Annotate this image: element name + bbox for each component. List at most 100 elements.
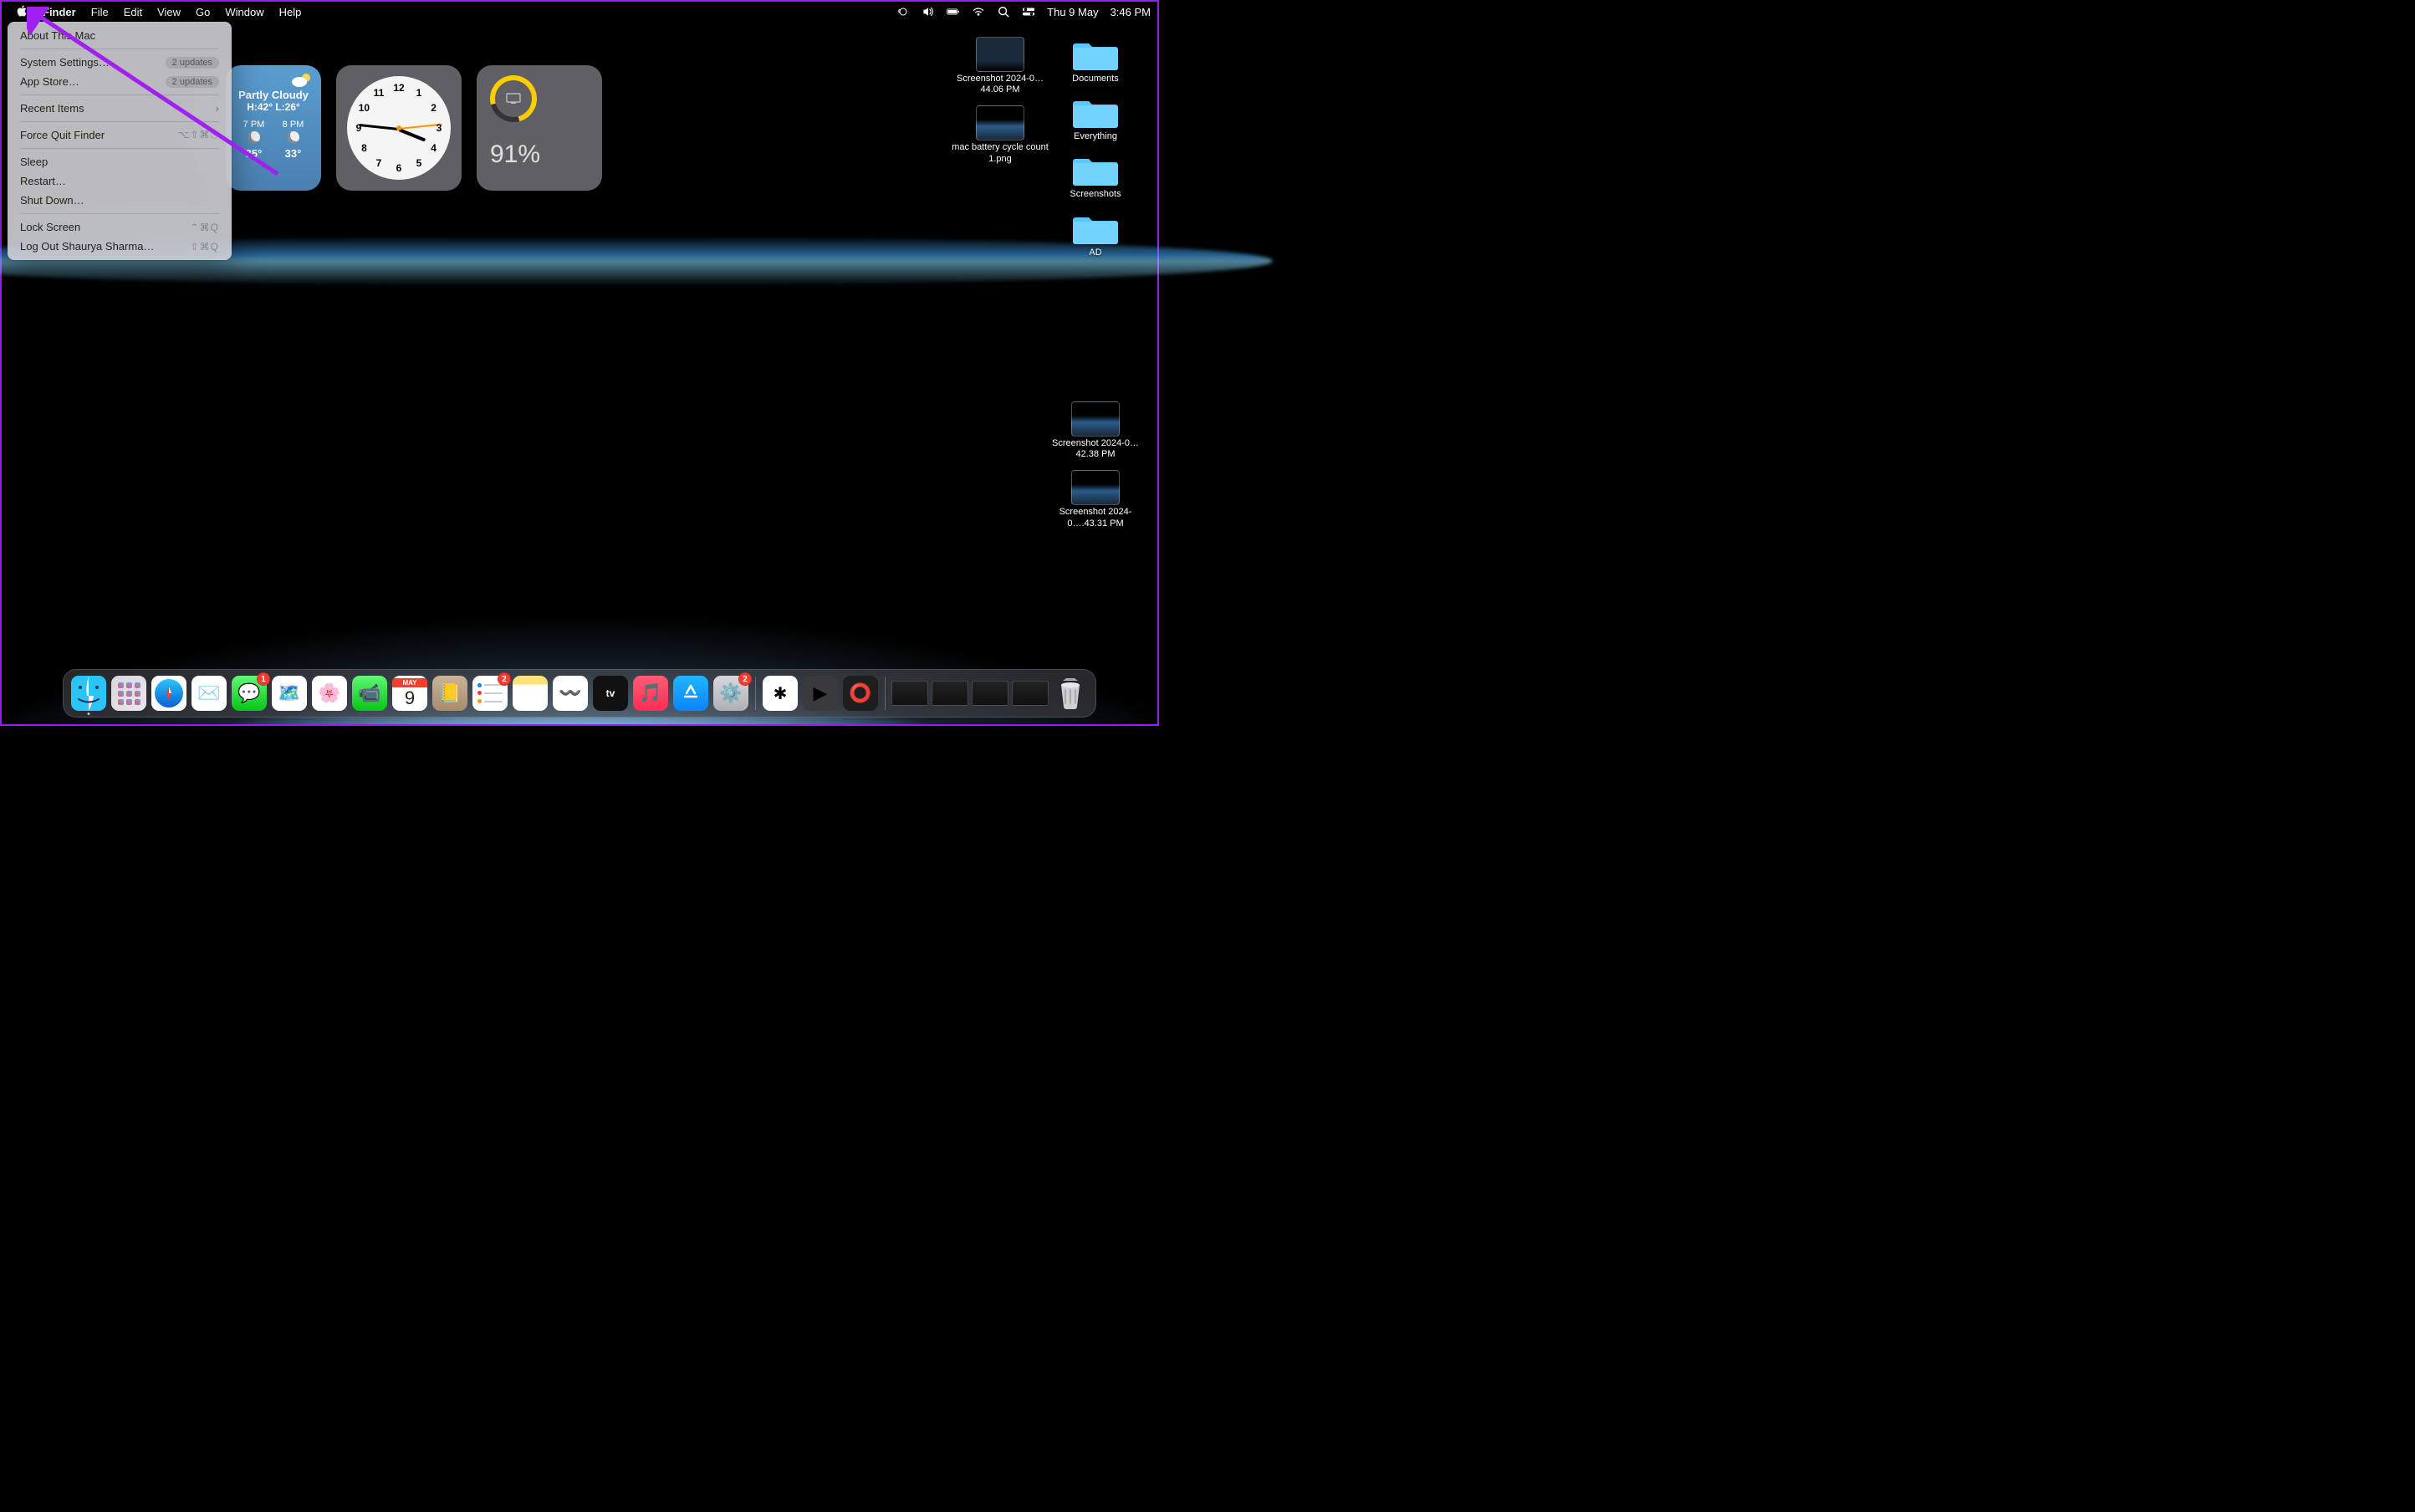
file-thumbnail	[1071, 470, 1120, 505]
menu-help[interactable]: Help	[272, 6, 309, 18]
battery-icon[interactable]	[947, 6, 960, 18]
weather-high-low: H:42° L:26°	[234, 101, 313, 113]
wifi-icon[interactable]	[972, 6, 985, 18]
dock-divider	[885, 677, 886, 710]
dock-app-finder[interactable]	[70, 675, 107, 712]
icon-label: Screenshots	[1070, 189, 1121, 200]
control-center-icon[interactable]	[1022, 6, 1035, 18]
apple-menu-item[interactable]: Recent Items›	[12, 99, 227, 118]
freeform-icon: 〰️	[553, 676, 588, 711]
appstore-icon	[673, 676, 708, 711]
dock-app-notes[interactable]	[512, 675, 549, 712]
menu-window[interactable]: Window	[217, 6, 271, 18]
apple-menu-item[interactable]: App Store…2 updates	[12, 72, 227, 91]
apple-menu-item[interactable]: Restart…	[12, 171, 227, 191]
apple-menu-item[interactable]: Lock Screen⌃⌘Q	[12, 217, 227, 237]
dock-app-contacts[interactable]: 📒	[431, 675, 468, 712]
desktop-icon[interactable]: Screenshot 2024-0….43.31 PM	[1047, 470, 1144, 529]
clock-widget[interactable]: 123456789101112	[336, 65, 462, 191]
battery-ring-icon	[482, 67, 545, 130]
apple-menu-item[interactable]: Log Out Shaurya Sharma…⇧⌘Q	[12, 237, 227, 256]
folder-icon	[1073, 94, 1118, 130]
dock-minimized-window[interactable]	[972, 675, 1008, 712]
desktop-icon[interactable]: Screenshot 2024-0…42.38 PM	[1047, 401, 1144, 460]
dock-minimized-window[interactable]	[1012, 675, 1049, 712]
dock-app-appstore[interactable]	[672, 675, 709, 712]
desktop-icon[interactable]: mac battery cycle count 1.png	[952, 105, 1049, 164]
desktop-icon[interactable]: Screenshot 2024-0…44.06 PM	[952, 37, 1049, 95]
dock-app-launchpad[interactable]	[110, 675, 147, 712]
folder-icon	[1073, 37, 1118, 72]
dock-app-photos[interactable]: 🌸	[311, 675, 348, 712]
menu-divider	[20, 94, 219, 95]
desktop-icon[interactable]: Documents	[1047, 37, 1144, 84]
dock-app-facetime[interactable]: 📹	[351, 675, 388, 712]
apple-menu-item[interactable]: System Settings…2 updates	[12, 53, 227, 72]
calendar-icon: MAY9	[392, 676, 427, 711]
menu-app-name[interactable]: Finder	[35, 6, 84, 18]
apple-menu-item[interactable]: About This Mac	[12, 26, 227, 45]
dock-app-opera[interactable]: ⭕	[842, 675, 879, 712]
icon-label: Screenshot 2024-0…42.38 PM	[1047, 438, 1144, 460]
dock-badge: 1	[257, 672, 270, 686]
apple-menu-button[interactable]	[8, 5, 35, 19]
battery-percent: 91%	[490, 140, 592, 169]
dock-minimized-window[interactable]	[932, 675, 968, 712]
desktop-icon[interactable]: AD	[1047, 211, 1144, 258]
clock-number: 12	[393, 82, 404, 94]
dock-app-reminders[interactable]: 2	[472, 675, 508, 712]
dock-app-messages[interactable]: 💬1	[231, 675, 268, 712]
facetime-icon: 📹	[352, 676, 387, 711]
spotlight-icon[interactable]	[997, 6, 1010, 18]
menu-shortcut: ⇧⌘Q	[191, 241, 219, 253]
menubar-date[interactable]: Thu 9 May	[1047, 6, 1098, 18]
battery-widget[interactable]: 91%	[477, 65, 602, 191]
apple-menu-dropdown: About This Mac System Settings…2 updatesA…	[8, 22, 232, 260]
desktop-icon[interactable]: Everything	[1047, 94, 1144, 142]
icon-label: Screenshot 2024-0….43.31 PM	[1047, 507, 1144, 529]
clock-number: 7	[376, 157, 382, 169]
dock-app-quicktime[interactable]: ▶	[802, 675, 839, 712]
dock-app-freeform[interactable]: 〰️	[552, 675, 589, 712]
volume-icon[interactable]	[922, 6, 935, 18]
apple-menu-item[interactable]: Shut Down…	[12, 191, 227, 210]
menubar-time[interactable]: 3:46 PM	[1110, 6, 1151, 18]
folder-icon	[1073, 152, 1118, 187]
apple-menu-item[interactable]: Force Quit Finder⌥⇧⌘⎋	[12, 125, 227, 145]
dock-app-mail[interactable]: ✉️	[191, 675, 227, 712]
weather-widget[interactable]: Partly Cloudy H:42° L:26° 7 PM 35° 8 PM …	[226, 65, 321, 191]
dock-app-calendar[interactable]: MAY9	[391, 675, 428, 712]
dock-app-slack[interactable]: ✱	[762, 675, 799, 712]
dock-badge: 2	[498, 672, 511, 686]
menu-go[interactable]: Go	[188, 6, 217, 18]
file-thumbnail	[1071, 401, 1120, 437]
menu-item-label: About This Mac	[20, 29, 219, 42]
slack-icon: ✱	[763, 676, 798, 711]
photos-icon: 🌸	[312, 676, 347, 711]
dock-app-tv[interactable]: tv	[592, 675, 629, 712]
clock-number: 2	[431, 102, 437, 114]
dock-app-settings[interactable]: ⚙️2	[712, 675, 749, 712]
creative-cloud-icon[interactable]	[896, 6, 910, 18]
dock-trash[interactable]	[1052, 675, 1089, 712]
menu-item-label: Recent Items	[20, 102, 216, 115]
desktop-icon[interactable]: Screenshots	[1047, 152, 1144, 200]
menu-item-label: System Settings…	[20, 56, 166, 69]
apple-menu-item[interactable]: Sleep	[12, 152, 227, 171]
menu-edit[interactable]: Edit	[116, 6, 150, 18]
menu-view[interactable]: View	[150, 6, 188, 18]
dock-app-safari[interactable]	[151, 675, 187, 712]
clock-number: 11	[374, 87, 385, 99]
finder-icon	[71, 676, 106, 711]
weather-hour-0: 7 PM 35°	[243, 120, 265, 160]
dock-minimized-window[interactable]	[891, 675, 928, 712]
menu-shortcut: ⌃⌘Q	[191, 222, 219, 233]
dock-divider	[755, 677, 756, 710]
dock-app-maps[interactable]: 🗺️	[271, 675, 308, 712]
clock-number: 8	[361, 142, 367, 154]
menu-shortcut: ⌥⇧⌘⎋	[178, 129, 219, 141]
apple-logo-icon	[16, 5, 28, 17]
menu-file[interactable]: File	[84, 6, 116, 18]
dock-app-music[interactable]: 🎵	[632, 675, 669, 712]
update-badge: 2 updates	[166, 76, 219, 88]
